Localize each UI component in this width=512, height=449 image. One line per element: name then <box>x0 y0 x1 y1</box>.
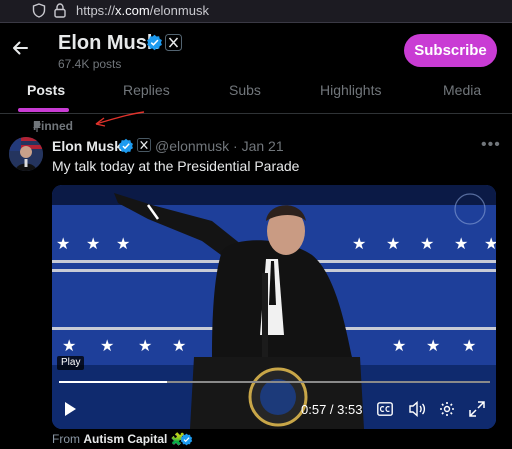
video-time: 0:57 / 3:53 <box>301 402 363 417</box>
svg-text:★: ★ <box>352 236 366 253</box>
settings-gear-icon[interactable] <box>439 401 455 417</box>
url-prefix: https:// <box>76 3 116 18</box>
tab-media[interactable]: Media <box>443 82 481 98</box>
svg-text:★: ★ <box>462 338 476 355</box>
play-icon[interactable] <box>61 400 79 418</box>
subscribe-button[interactable]: Subscribe <box>404 34 497 67</box>
url-path: /elonmusk <box>149 3 209 18</box>
more-options-icon[interactable]: ••• <box>481 136 501 154</box>
volume-icon[interactable] <box>408 401 426 417</box>
shield-icon[interactable] <box>32 3 46 18</box>
profile-header: Elon Musk 67.4K posts Subscribe <box>0 22 512 78</box>
svg-text:★: ★ <box>420 236 434 253</box>
svg-text:★: ★ <box>484 236 496 253</box>
annotation-arrow-icon <box>95 111 145 127</box>
avatar[interactable] <box>9 137 43 171</box>
post-handle-date[interactable]: @elonmusk · Jan 21 <box>155 138 284 154</box>
active-tab-indicator <box>18 108 69 112</box>
fullscreen-icon[interactable] <box>469 401 485 417</box>
video-source: From Autism Capital 🧩 <box>52 432 186 446</box>
pinned-label: Pinned <box>33 119 74 133</box>
post-author-name[interactable]: Elon Musk <box>52 138 122 154</box>
url-text[interactable]: https://x.com/elonmusk <box>76 3 209 18</box>
x-affiliate-badge-icon[interactable] <box>165 34 182 51</box>
video-progress-bar[interactable] <box>59 381 490 383</box>
from-source-name[interactable]: Autism Capital <box>83 432 167 446</box>
profile-tabs: Posts Replies Subs Highlights Media <box>0 78 512 114</box>
verified-badge-icon <box>180 433 193 446</box>
tab-replies[interactable]: Replies <box>123 82 170 98</box>
svg-text:★: ★ <box>100 338 114 355</box>
tab-highlights[interactable]: Highlights <box>320 82 381 98</box>
svg-text:★: ★ <box>56 236 70 253</box>
profile-name: Elon Musk <box>58 32 159 54</box>
captions-icon[interactable] <box>377 402 393 416</box>
tab-posts[interactable]: Posts <box>27 82 65 98</box>
from-prefix: From <box>52 432 80 446</box>
play-chip: Play <box>57 356 85 370</box>
lock-icon[interactable] <box>54 3 66 18</box>
svg-text:★: ★ <box>454 236 468 253</box>
svg-text:★: ★ <box>386 236 400 253</box>
svg-text:★: ★ <box>426 338 440 355</box>
svg-text:★: ★ <box>138 338 152 355</box>
back-arrow-icon[interactable] <box>10 38 30 58</box>
svg-text:★: ★ <box>172 338 186 355</box>
browser-url-bar[interactable]: https://x.com/elonmusk <box>0 0 512 23</box>
verified-badge-icon[interactable] <box>146 34 163 51</box>
post-count: 67.4K posts <box>58 57 122 71</box>
tab-subs[interactable]: Subs <box>229 82 261 98</box>
post-text: My talk today at the Presidential Parade <box>52 158 300 174</box>
svg-text:★: ★ <box>86 236 100 253</box>
video-progress-fill <box>59 381 167 383</box>
svg-text:★: ★ <box>62 338 76 355</box>
video-player[interactable]: ★ ★ ★ ★ ★ ★ ★ ★ ★ ★ ★ ★ ★ ★ ★ <box>52 185 496 429</box>
svg-text:★: ★ <box>392 338 406 355</box>
svg-text:★: ★ <box>116 236 130 253</box>
video-frame: ★ ★ ★ ★ ★ ★ ★ ★ ★ ★ ★ ★ ★ ★ ★ <box>52 185 496 429</box>
verified-badge-icon[interactable] <box>118 138 134 154</box>
url-host: x.com <box>115 3 150 18</box>
x-affiliate-badge-icon[interactable] <box>137 138 151 152</box>
